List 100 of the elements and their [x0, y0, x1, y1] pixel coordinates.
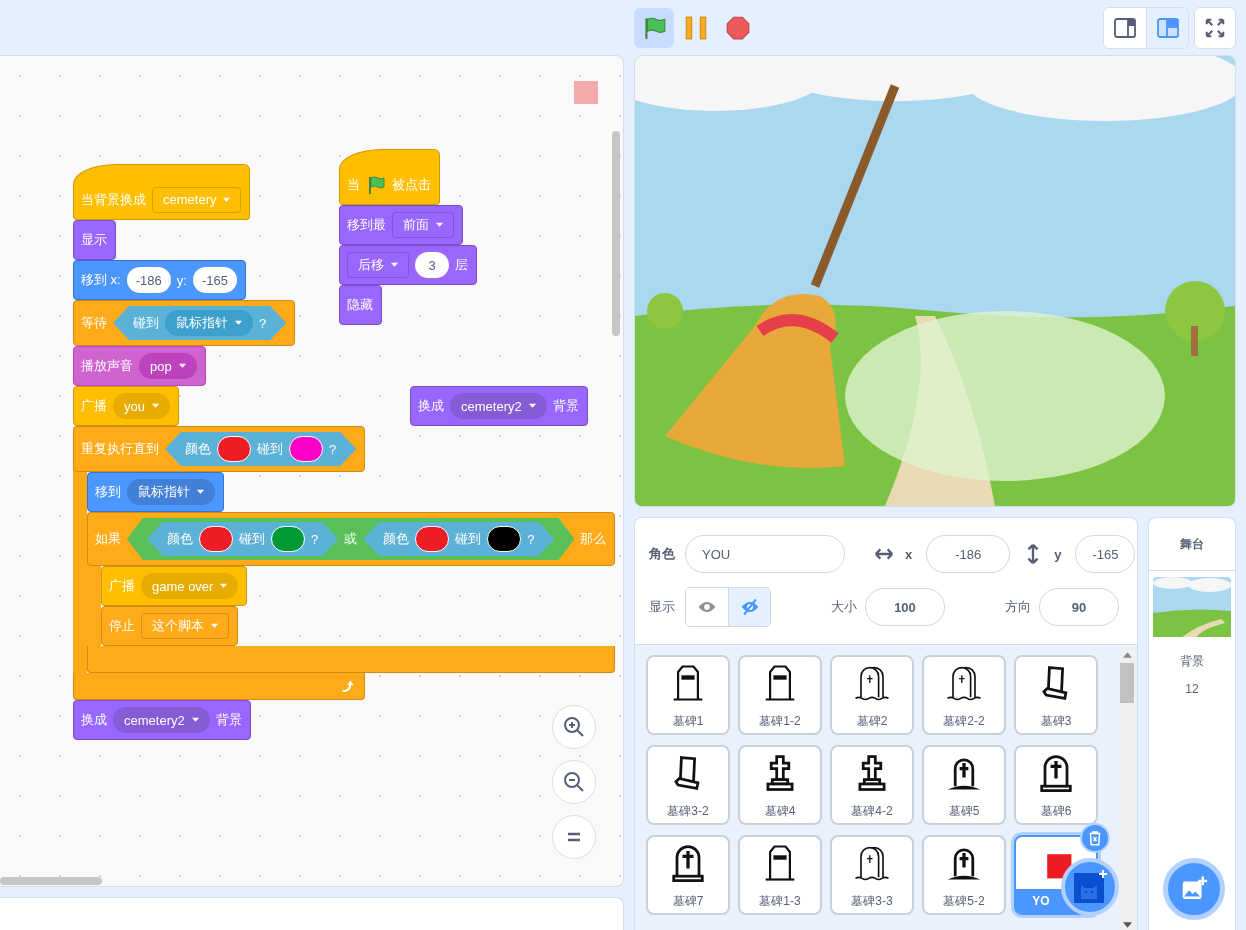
- number-input[interactable]: 3: [415, 252, 449, 278]
- sprite-tile[interactable]: 墓碑4: [738, 745, 822, 825]
- pause-icon: [683, 14, 709, 41]
- zoom-in-icon: [562, 715, 586, 739]
- scrollbar[interactable]: [0, 877, 102, 885]
- block-label: 颜色: [167, 530, 193, 548]
- block-label: 背景: [215, 711, 242, 729]
- condition-block[interactable]: 颜色 碰到 ?: [165, 432, 357, 466]
- caret-icon: [190, 717, 200, 723]
- scroll-up-icon: [1122, 652, 1132, 658]
- scrollbar[interactable]: [1119, 647, 1135, 930]
- sprite-tile[interactable]: 墓碑5-2: [922, 835, 1006, 915]
- fullscreen-button[interactable]: [1194, 6, 1236, 49]
- condition-block[interactable]: 颜色 碰到 ?: [363, 522, 555, 556]
- zoom-out-icon: [562, 770, 586, 794]
- dropdown-menu[interactable]: cemetery2: [450, 393, 547, 419]
- if-block[interactable]: 如果 颜色 碰到 ? 或 颜色 碰到 ? 那么 广播 game over 停止 这个脚本: [87, 512, 616, 673]
- caret-icon: [390, 262, 399, 268]
- block-label: 移到 x:: [81, 271, 121, 289]
- block-label: 或: [344, 530, 358, 548]
- block-label: 显示: [81, 231, 107, 249]
- zoom-out-button[interactable]: [552, 760, 596, 804]
- caret-icon: [210, 623, 219, 629]
- sprite-thumbnail-icon: [574, 81, 598, 104]
- color-swatch[interactable]: [217, 436, 251, 462]
- dropdown-menu[interactable]: 前面: [392, 212, 454, 238]
- color-swatch[interactable]: [289, 436, 323, 462]
- code-block[interactable]: 显示: [73, 220, 116, 260]
- number-input[interactable]: -165: [192, 267, 237, 293]
- color-swatch[interactable]: [415, 526, 450, 552]
- color-swatch[interactable]: [487, 526, 522, 552]
- block-label: 当背景换成: [81, 190, 146, 209]
- block-label: 如果: [95, 530, 121, 548]
- sprite-tile[interactable]: 墓碑6: [1014, 745, 1098, 825]
- code-block[interactable]: 换成 cemetery2 背景: [410, 386, 588, 426]
- caret-icon: [177, 363, 187, 369]
- sprite-tile[interactable]: 墓碑5: [922, 745, 1006, 825]
- condition-block[interactable]: 碰到 鼠标指针 ?: [113, 306, 287, 340]
- block-label: ?: [311, 531, 319, 547]
- add-sprite-menu[interactable]: [1061, 858, 1119, 916]
- block-label: 碰到: [133, 314, 159, 332]
- code-block[interactable]: 等待 碰到 鼠标指针 ?: [73, 300, 296, 346]
- sprite-tile[interactable]: 墓碑4-2: [830, 745, 914, 825]
- block-label: 颜色: [185, 440, 211, 458]
- sprite-tile[interactable]: 墓碑3: [1014, 655, 1098, 735]
- sprite-tile[interactable]: 墓碑1-3: [738, 835, 822, 915]
- flag-button[interactable]: [634, 7, 674, 48]
- dropdown-menu[interactable]: 后移: [347, 252, 409, 278]
- block-label: 广播: [81, 397, 107, 415]
- block-label: 重复执行直到: [81, 440, 159, 458]
- code-block[interactable]: 播放声音 pop: [73, 346, 206, 386]
- scroll-down-icon: [1122, 922, 1132, 928]
- stop-icon: [725, 14, 751, 41]
- code-block[interactable]: 移到 鼠标指针: [87, 472, 224, 512]
- delete-button[interactable]: [1080, 823, 1110, 853]
- dropdown-menu[interactable]: 鼠标指针: [127, 479, 215, 505]
- caret-icon: [222, 196, 232, 203]
- color-swatch[interactable]: [199, 526, 233, 552]
- hide-button[interactable]: [728, 588, 770, 626]
- field-label: y: [1054, 546, 1062, 562]
- code-block[interactable]: 后移 3 层: [339, 245, 477, 285]
- zoom-reset-button[interactable]: [552, 815, 596, 859]
- dropdown-menu[interactable]: cemetery2: [113, 707, 210, 733]
- sprite-tile[interactable]: 墓碑2-2: [922, 655, 1006, 735]
- sprite-tile[interactable]: 墓碑7: [646, 835, 730, 915]
- loop-block[interactable]: 重复执行直到 颜色 碰到 ? 移到 鼠标指针 如果 颜色 碰到 ? 或 颜色 碰到 ? 那么 广播 game over 停止 这个脚本: [73, 426, 616, 700]
- field-label: 大小: [831, 598, 857, 616]
- block-label: 那么: [580, 530, 607, 548]
- code-block[interactable]: 换成 cemetery2 背景: [73, 700, 251, 740]
- scrollbar-thumb[interactable]: [1120, 663, 1134, 703]
- block-label: 停止: [109, 617, 135, 635]
- scrollbar[interactable]: [612, 131, 620, 336]
- sprite-tile[interactable]: 墓碑2: [830, 655, 914, 735]
- sprite-tile[interactable]: 墓碑1-2: [738, 655, 822, 735]
- block-label: 碰到: [239, 530, 265, 548]
- condition-block[interactable]: 颜色 碰到 ?: [147, 522, 339, 556]
- block-label: ?: [527, 531, 535, 547]
- condition-block[interactable]: 颜色 碰到 ? 或 颜色 碰到 ?: [127, 518, 575, 560]
- dropdown-menu[interactable]: 鼠标指针: [165, 310, 253, 336]
- code-block[interactable]: 移到最 前面: [339, 205, 463, 245]
- block-label: 背景: [552, 397, 579, 415]
- backdrops-count: 12: [1185, 682, 1199, 696]
- caret-icon: [196, 489, 205, 495]
- backdrops-label: 背景: [1180, 653, 1204, 670]
- sprite-tile[interactable]: 墓碑3-3: [830, 835, 914, 915]
- block-label: 隐藏: [347, 296, 373, 314]
- sprite-tile[interactable]: 墓碑1: [646, 655, 730, 735]
- code-block[interactable]: 移到 x: -186 y: -165: [73, 260, 246, 300]
- block-label: 碰到: [455, 530, 482, 548]
- color-swatch[interactable]: [271, 526, 305, 552]
- block-label: 层: [455, 256, 468, 274]
- zoom-in-button[interactable]: [552, 705, 596, 749]
- number-input[interactable]: -186: [126, 267, 171, 293]
- sprite-tile[interactable]: 墓碑3-2: [646, 745, 730, 825]
- caret-icon: [527, 403, 537, 409]
- block-label: 颜色: [383, 530, 410, 548]
- code-block[interactable]: 隐藏: [339, 285, 382, 325]
- dropdown-menu[interactable]: pop: [139, 353, 197, 379]
- block-label: 碰到: [257, 440, 283, 458]
- backdrop-thumbnail-drawing[interactable]: [1153, 577, 1231, 637]
